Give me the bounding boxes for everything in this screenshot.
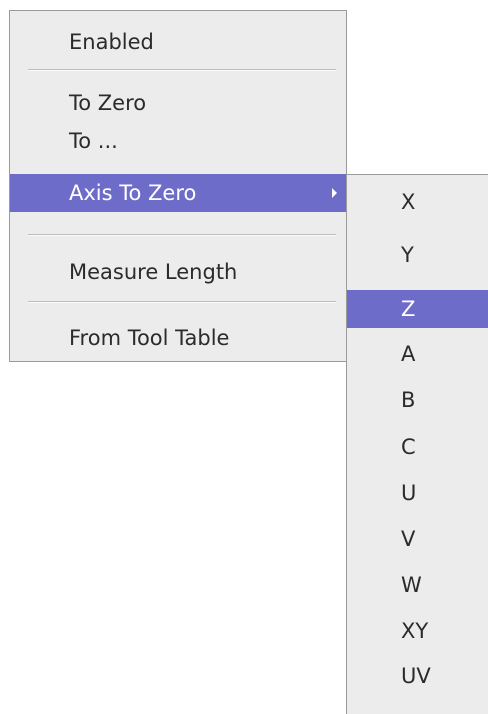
menu-item-measure-length[interactable]: Measure Length [10,253,346,291]
submenu-item-y[interactable]: Y [347,236,488,274]
menu-item-from-tool-table[interactable]: From Tool Table [10,319,346,357]
menu-separator [28,234,336,236]
context-menu: Enabled To Zero To ... Axis To Zero Meas… [9,10,347,362]
menu-item-to-value[interactable]: To ... [10,122,346,160]
submenu-item-w[interactable]: W [347,566,488,604]
menu-item-label: Axis To Zero [69,181,197,205]
submenu-item-b[interactable]: B [347,381,488,419]
menu-separator [28,69,336,71]
menu-item-axis-to-zero[interactable]: Axis To Zero [10,174,346,212]
submenu-item-v[interactable]: V [347,520,488,558]
submenu-item-c[interactable]: C [347,428,488,466]
submenu-item-x[interactable]: X [347,183,488,221]
submenu-item-uv[interactable]: UV [347,657,488,695]
menu-item-to-zero[interactable]: To Zero [10,84,346,122]
submenu-item-z[interactable]: Z [347,290,488,328]
axis-submenu: X Y Z A B C U V W XY UV [346,174,488,714]
submenu-item-a[interactable]: A [347,335,488,373]
menu-item-enabled[interactable]: Enabled [10,23,346,61]
menu-separator [28,301,336,303]
submenu-item-xy[interactable]: XY [347,612,488,650]
submenu-arrow-icon [332,188,337,198]
submenu-item-u[interactable]: U [347,474,488,512]
